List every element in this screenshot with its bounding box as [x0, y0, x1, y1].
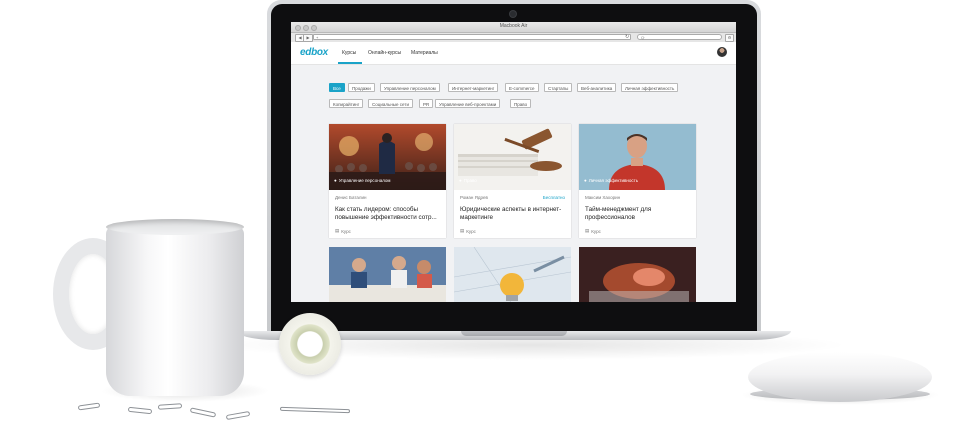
paper-clip-icon	[77, 402, 101, 411]
paper-clip-icon	[279, 406, 351, 414]
app-header: edbox Курсы Онлайн-курсы Материалы	[291, 42, 736, 65]
paper-clip-icon	[189, 407, 217, 418]
filter-tag-copywriting[interactable]: Копирайтинг	[329, 99, 364, 108]
filter-tag-law[interactable]: Право	[510, 99, 532, 108]
course-card-image-team[interactable]	[329, 247, 446, 302]
course-card[interactable]: ● Личная эффективность Максим Хахорин Тай…	[579, 124, 696, 238]
filter-tag-web-project-management[interactable]: Управление веб-проектами	[435, 99, 501, 108]
course-title[interactable]: Юридические аспекты в интернет-маркетинг…	[460, 206, 568, 222]
course-card[interactable]: ● Управление персоналом Денис Баталин Как…	[329, 124, 446, 238]
white-mug	[106, 226, 244, 396]
course-category: ● Личная эффективность	[584, 178, 639, 183]
course-type: ▤ Курс	[585, 228, 601, 234]
filter-tag-social-networks[interactable]: Социальные сети	[368, 99, 413, 108]
window-title: Macbook Air	[499, 23, 528, 29]
edbox-logo[interactable]: edbox	[300, 47, 328, 58]
filter-tag-all[interactable]: Все	[329, 83, 345, 92]
user-avatar[interactable]	[717, 47, 727, 57]
course-icon: ▤	[585, 228, 590, 233]
webcam-icon	[510, 11, 516, 17]
course-card[interactable]: ● Право Роман Ядрев Бесплатно Юридические…	[454, 124, 571, 238]
course-type: ▤ Курс	[335, 228, 351, 234]
course-author: Максим Хахорин	[585, 195, 621, 200]
browser-search-input[interactable]: Q·	[637, 34, 722, 40]
forward-button[interactable]: ▶	[303, 34, 313, 42]
course-type: ▤ Курс	[460, 228, 476, 234]
course-author: Роман Ядрев	[460, 195, 488, 200]
filter-tag-internet-marketing[interactable]: Интернет-маркетинг	[448, 83, 499, 92]
course-category: ● Управление персоналом	[334, 178, 391, 183]
filter-tag-hr[interactable]: Управление персоналом	[380, 83, 440, 92]
paper-clip-icon	[225, 410, 251, 421]
nav-tab-materials[interactable]: Материалы	[411, 50, 438, 56]
reload-icon[interactable]: ↻	[625, 34, 629, 40]
active-tab-indicator	[338, 62, 362, 64]
browser-menu-button[interactable]: ⚙	[725, 34, 734, 42]
laptop-screen: Macbook Air ◀ ▶ + ↻ Q· ⚙ edbox Курсы Онл…	[291, 22, 736, 302]
tag-icon: ●	[584, 178, 587, 183]
desk-scene: Macbook Air ◀ ▶ + ↻ Q· ⚙ edbox Курсы Онл…	[0, 0, 978, 445]
nav-tab-online-courses[interactable]: Онлайн-курсы	[368, 50, 401, 56]
course-card-image-lightbulb[interactable]	[454, 247, 571, 302]
mug-rim	[106, 219, 244, 235]
paper-clip-icon	[157, 403, 183, 410]
tag-icon: ●	[334, 178, 337, 183]
filter-tag-pr[interactable]: PR	[419, 99, 434, 108]
nav-tab-courses[interactable]: Курсы	[342, 50, 356, 56]
address-bar[interactable]: +	[313, 34, 631, 40]
tape-roll	[279, 313, 341, 375]
course-card-image-hands[interactable]	[579, 247, 696, 302]
paper-clip-icon	[127, 406, 153, 415]
filter-tag-sales[interactable]: Продажи	[348, 83, 375, 92]
browser-titlebar: Macbook Air	[291, 22, 736, 33]
filter-tag-ecommerce[interactable]: E-commerce	[505, 83, 539, 92]
new-tab-icon: +	[316, 35, 319, 40]
filter-tag-startups[interactable]: Стартапы	[544, 83, 573, 92]
tag-icon: ●	[459, 178, 462, 183]
course-title[interactable]: Тайм-менеджмент для профессионалов	[585, 206, 693, 222]
laptop-notch	[461, 331, 567, 336]
filter-tag-personal-efficiency[interactable]: Личная эффективность	[621, 83, 679, 92]
course-icon: ▤	[460, 228, 465, 233]
price-badge: Бесплатно	[542, 195, 565, 200]
course-icon: ▤	[335, 228, 340, 233]
course-title[interactable]: Как стать лидером: способы повышение эфф…	[335, 206, 443, 222]
magic-mouse	[748, 352, 932, 402]
filter-tag-web-analytics[interactable]: Веб-аналитика	[577, 83, 617, 92]
course-author: Денис Баталин	[335, 195, 367, 200]
course-category: ● Право	[459, 178, 477, 183]
